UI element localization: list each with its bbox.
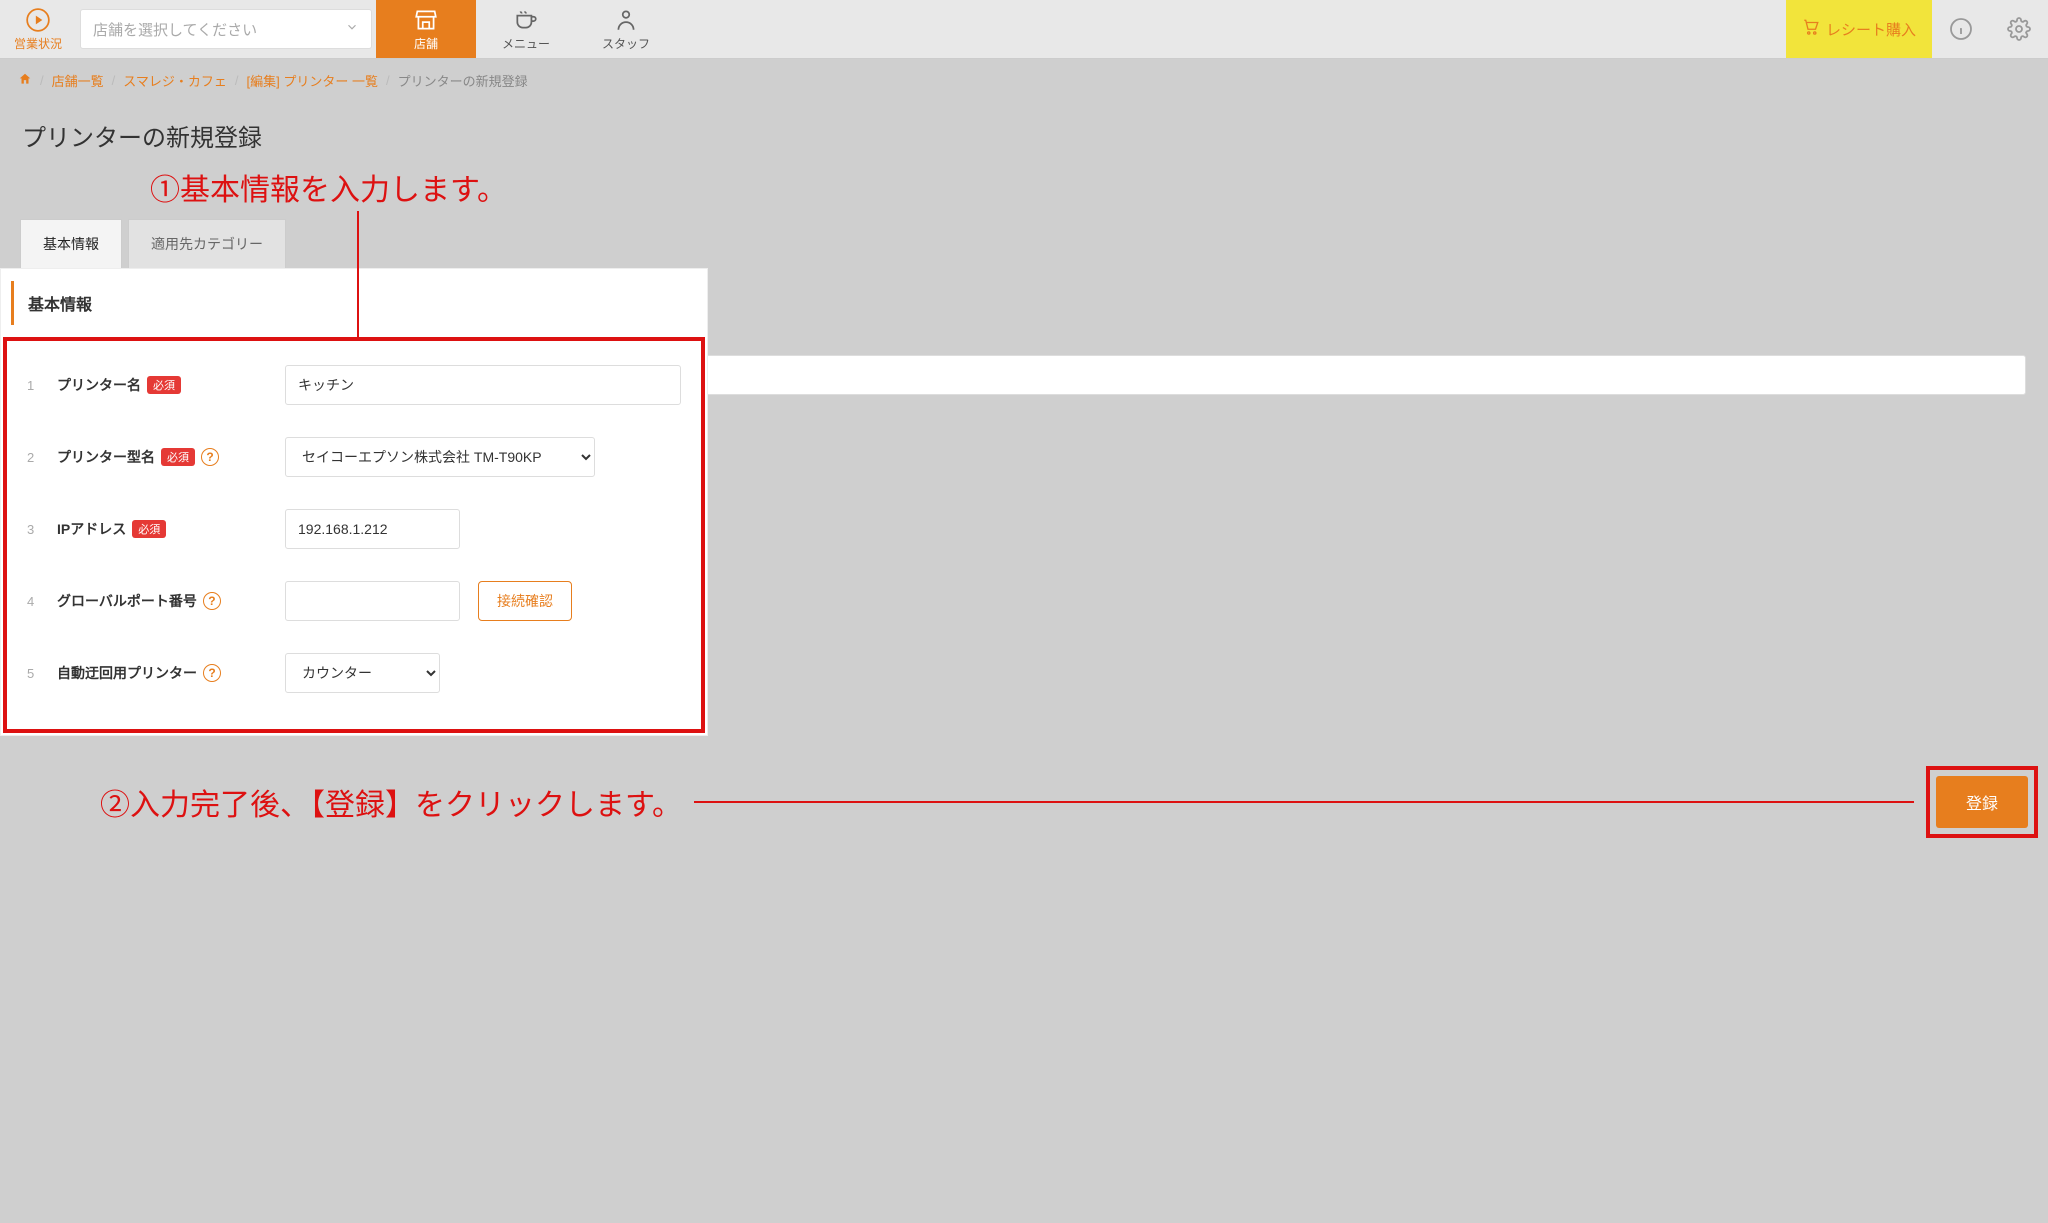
receipt-purchase-button[interactable]: レシート購入 bbox=[1786, 0, 1932, 58]
person-icon bbox=[613, 7, 639, 33]
cup-icon bbox=[513, 7, 539, 33]
basic-info-panel: 基本情報 1 プリンター名 必須 2 プリンター型名 必須 ? bbox=[0, 268, 708, 736]
printer-name-input-ext[interactable] bbox=[708, 355, 2026, 395]
nav-status-label: 営業状況 bbox=[14, 35, 62, 52]
cart-icon bbox=[1802, 18, 1820, 40]
store-select[interactable]: 店舗を選択してください bbox=[76, 0, 376, 58]
global-port-input[interactable] bbox=[285, 581, 460, 621]
tab-basic-info[interactable]: 基本情報 bbox=[20, 219, 122, 268]
label-ip-address: IPアドレス 必須 bbox=[57, 519, 267, 539]
nav-status[interactable]: 営業状況 bbox=[0, 0, 76, 58]
row-global-port: 4 グローバルポート番号 ? 接続確認 bbox=[7, 565, 701, 637]
receipt-button-label: レシート購入 bbox=[1826, 19, 1916, 40]
help-icon[interactable]: ? bbox=[201, 448, 219, 466]
nav-staff-label: スタッフ bbox=[602, 35, 650, 52]
printer-model-select[interactable]: セイコーエプソン株式会社 TM-T90KP bbox=[285, 437, 595, 477]
register-button[interactable]: 登録 bbox=[1936, 776, 2028, 828]
crumb-cafe[interactable]: スマレジ・カフェ bbox=[123, 71, 227, 90]
row-ip-address: 3 IPアドレス 必須 bbox=[7, 493, 701, 565]
label-auto-reroute: 自動迂回用プリンター ? bbox=[57, 663, 267, 683]
check-connection-button[interactable]: 接続確認 bbox=[478, 581, 572, 621]
annotation-2: ②入力完了後、【登録】をクリックします。 bbox=[100, 780, 682, 824]
annotation-1: ①基本情報を入力します。 bbox=[150, 165, 2048, 209]
help-icon[interactable]: ? bbox=[203, 592, 221, 610]
required-badge: 必須 bbox=[161, 448, 195, 466]
crumb-printer-list[interactable]: [編集] プリンター 一覧 bbox=[247, 71, 378, 90]
section-title-basic: 基本情報 bbox=[11, 281, 697, 325]
tabs: 基本情報 適用先カテゴリー bbox=[0, 209, 2048, 268]
nav-staff[interactable]: スタッフ bbox=[576, 0, 676, 58]
basic-info-form: 1 プリンター名 必須 2 プリンター型名 必須 ? セイコーエプソン株式会社 … bbox=[3, 337, 705, 733]
printer-name-extension bbox=[708, 345, 2026, 405]
home-icon[interactable] bbox=[18, 72, 32, 89]
page-title: プリンターの新規登録 bbox=[0, 102, 2048, 163]
info-button[interactable] bbox=[1932, 0, 1990, 58]
nav-store-label: 店舗 bbox=[414, 35, 438, 52]
row-auto-reroute: 5 自動迂回用プリンター ? カウンター bbox=[7, 637, 701, 709]
required-badge: 必須 bbox=[147, 376, 181, 394]
store-icon bbox=[413, 7, 439, 33]
nav-menu[interactable]: メニュー bbox=[476, 0, 576, 58]
required-badge: 必須 bbox=[132, 520, 166, 538]
crumb-current: プリンターの新規登録 bbox=[398, 71, 528, 90]
top-header: 営業状況 店舗を選択してください 店舗 メニュー bbox=[0, 0, 2048, 59]
row-printer-model: 2 プリンター型名 必須 ? セイコーエプソン株式会社 TM-T90KP bbox=[7, 421, 701, 493]
label-printer-model: プリンター型名 必須 ? bbox=[57, 447, 267, 467]
crumb-store-list[interactable]: 店舗一覧 bbox=[52, 71, 104, 90]
label-printer-name: プリンター名 必須 bbox=[57, 375, 267, 395]
chevron-down-icon bbox=[345, 20, 359, 38]
nav-store[interactable]: 店舗 bbox=[376, 0, 476, 58]
auto-reroute-select[interactable]: カウンター bbox=[285, 653, 440, 693]
store-select-placeholder: 店舗を選択してください bbox=[93, 19, 257, 40]
breadcrumb: / 店舗一覧 / スマレジ・カフェ / [編集] プリンター 一覧 / プリンタ… bbox=[0, 59, 2048, 102]
tab-category[interactable]: 適用先カテゴリー bbox=[128, 219, 286, 268]
nav-menu-label: メニュー bbox=[502, 35, 550, 52]
help-icon[interactable]: ? bbox=[203, 664, 221, 682]
play-circle-icon bbox=[25, 7, 51, 33]
ip-address-input[interactable] bbox=[285, 509, 460, 549]
label-global-port: グローバルポート番号 ? bbox=[57, 591, 267, 611]
printer-name-input[interactable] bbox=[285, 365, 681, 405]
annotation-2-row: ②入力完了後、【登録】をクリックします。 登録 bbox=[0, 766, 2048, 838]
register-highlight: 登録 bbox=[1926, 766, 2038, 838]
settings-button[interactable] bbox=[1990, 0, 2048, 58]
row-printer-name: 1 プリンター名 必須 bbox=[7, 349, 701, 421]
